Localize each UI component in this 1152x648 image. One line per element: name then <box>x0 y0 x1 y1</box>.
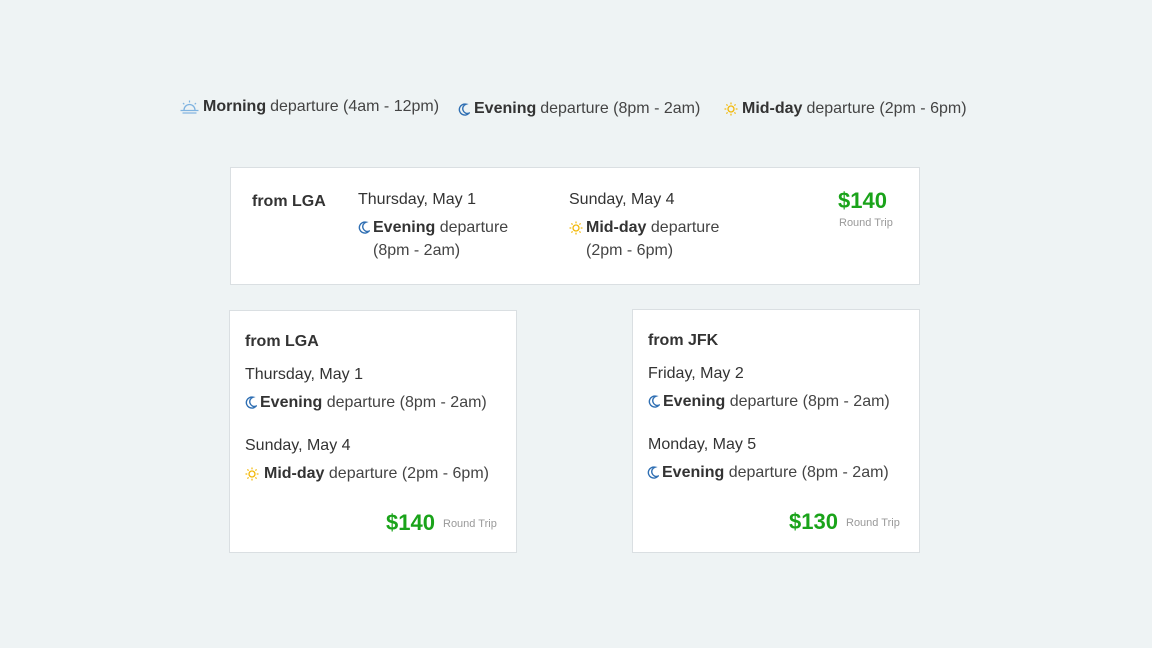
sun-icon <box>724 102 738 116</box>
outbound-date: Thursday, May 1 <box>358 191 476 208</box>
sunrise-icon <box>180 100 199 114</box>
price: $140 <box>838 188 887 213</box>
sun-icon <box>245 467 259 481</box>
price: $130 <box>789 509 838 534</box>
legend-midday-range: departure (2pm - 6pm) <box>806 100 967 117</box>
origin-airport: from LGA <box>252 193 326 210</box>
outbound-departure-slot: Evening departure (8pm - 2am) <box>245 391 487 414</box>
legend-midday-label: Mid-day <box>742 100 803 117</box>
outbound-date: Thursday, May 1 <box>245 366 363 383</box>
return-date: Monday, May 5 <box>648 436 757 453</box>
legend-morning-label: Morning <box>203 98 267 115</box>
return-departure-slot: Mid-day departure (2pm - 6pm) <box>569 216 719 262</box>
slot-label: Evening <box>662 464 725 481</box>
slot-label: Mid-day <box>264 465 325 482</box>
legend-midday: Mid-day departure (2pm - 6pm) <box>724 100 967 118</box>
moon-icon <box>358 221 370 234</box>
departure-time-legend: Morning departure (4am - 12pm) Evening d… <box>0 98 1152 124</box>
slot-label: Evening <box>663 393 726 410</box>
round-trip-label: Round Trip <box>846 517 900 529</box>
legend-morning-range: departure (4am - 12pm) <box>270 98 440 115</box>
round-trip-label: Round Trip <box>839 217 893 229</box>
moon-icon <box>458 102 470 116</box>
flight-option-card-jfk[interactable]: from JFK Friday, May 2 Evening departure… <box>632 309 920 553</box>
return-departure-slot: Evening departure (8pm - 2am) <box>647 461 889 484</box>
slot-range: departure (8pm - 2am) <box>729 393 890 410</box>
return-date: Sunday, May 4 <box>245 437 351 454</box>
slot-range: departure (2pm - 6pm) <box>328 465 489 482</box>
moon-icon <box>648 395 660 408</box>
slot-range: departure (8pm - 2am) <box>326 394 487 411</box>
legend-evening: Evening departure (8pm - 2am) <box>458 100 700 118</box>
origin-airport: from JFK <box>648 332 719 349</box>
slot-range-word: departure <box>650 219 720 236</box>
slot-label: Evening <box>260 394 323 411</box>
legend-evening-range: departure (8pm - 2am) <box>540 100 701 117</box>
moon-icon <box>647 466 659 479</box>
flight-option-card-wide[interactable]: from LGA Thursday, May 1 Evening departu… <box>230 167 920 285</box>
price: $140 <box>386 510 435 535</box>
origin-airport: from LGA <box>245 333 319 350</box>
slot-range: departure (8pm - 2am) <box>728 464 889 481</box>
slot-range: (8pm - 2am) <box>373 242 461 259</box>
round-trip-label: Round Trip <box>443 518 497 530</box>
outbound-departure-slot: Evening departure (8pm - 2am) <box>358 216 508 262</box>
moon-icon <box>245 396 257 409</box>
outbound-departure-slot: Evening departure (8pm - 2am) <box>648 390 890 413</box>
slot-range: (2pm - 6pm) <box>586 242 674 259</box>
legend-morning: Morning departure (4am - 12pm) <box>180 98 439 116</box>
return-departure-slot: Mid-day departure (2pm - 6pm) <box>245 462 489 485</box>
outbound-date: Friday, May 2 <box>648 365 744 382</box>
return-date: Sunday, May 4 <box>569 191 675 208</box>
slot-label: Mid-day <box>586 219 647 236</box>
sun-icon <box>569 221 583 235</box>
flight-option-card-lga[interactable]: from LGA Thursday, May 1 Evening departu… <box>229 310 517 553</box>
slot-range-word: departure <box>439 219 509 236</box>
legend-evening-label: Evening <box>474 100 537 117</box>
slot-label: Evening <box>373 219 436 236</box>
